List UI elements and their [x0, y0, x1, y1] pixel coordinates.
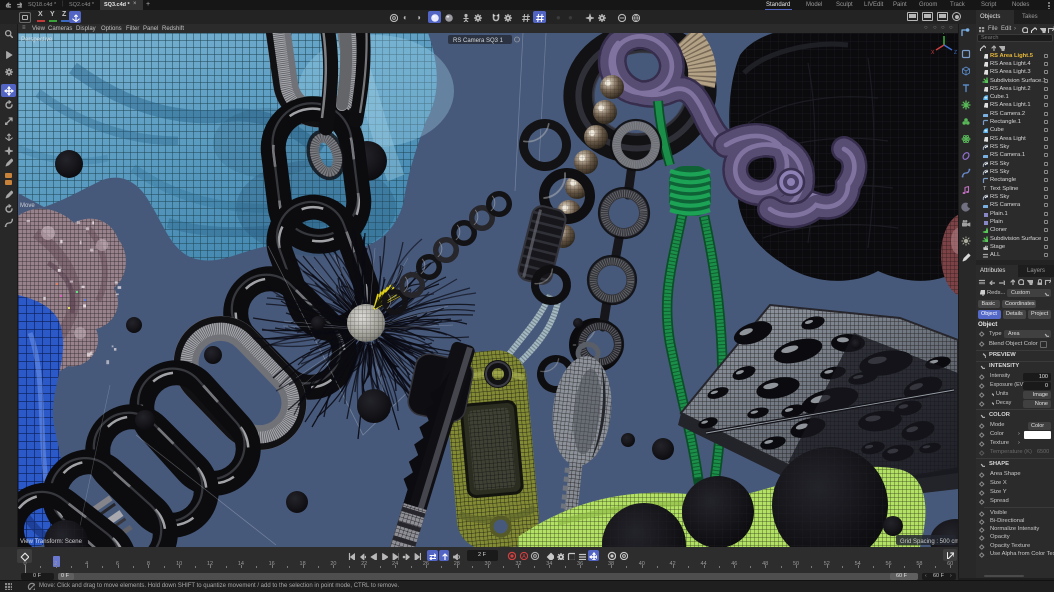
svg-text:RS Camera SQ3 1: RS Camera SQ3 1 [453, 38, 504, 44]
svg-text:Grid Spacing : 500 cm: Grid Spacing : 500 cm [900, 539, 958, 545]
svg-text:Z: Z [954, 50, 957, 56]
svg-text:A: A [522, 554, 526, 560]
svg-text:View Transform: Scene: View Transform: Scene [20, 539, 83, 545]
svg-text:Perspective: Perspective [21, 37, 53, 43]
svg-text:Move: Move [20, 203, 35, 209]
